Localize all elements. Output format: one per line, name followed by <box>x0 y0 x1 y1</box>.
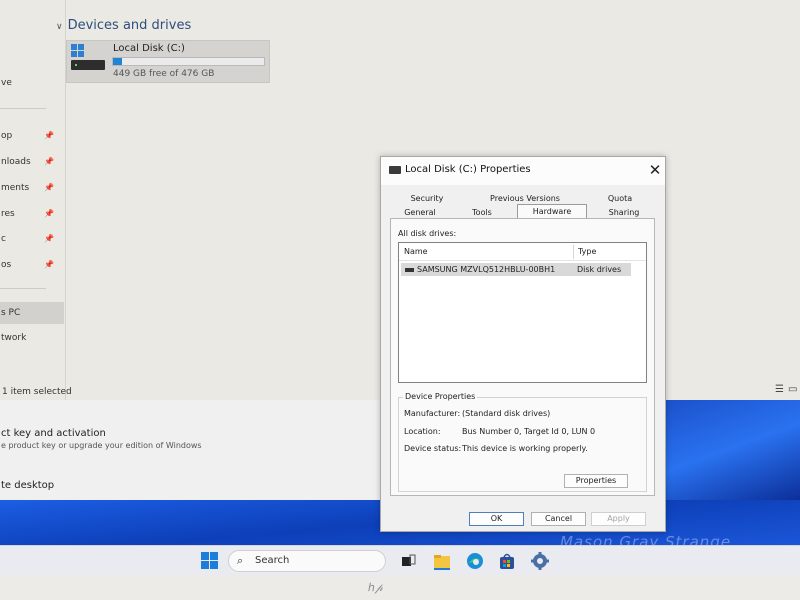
device-properties-group: Device Properties Manufacturer: (Standar… <box>398 392 647 492</box>
nav-item-label: s PC <box>1 308 21 318</box>
device-status-value: This device is working properly. <box>462 444 588 453</box>
file-explorer-icon[interactable] <box>432 551 452 571</box>
chevron-down-icon: ∨ <box>56 22 63 32</box>
pin-icon: 📌 <box>44 234 54 243</box>
column-separator[interactable] <box>573 245 574 259</box>
device-status-label: Device status: <box>404 444 462 453</box>
tab-hardware[interactable]: Hardware <box>517 204 587 218</box>
nav-item-videos[interactable]: os 📌 <box>0 254 64 276</box>
disk-drive-icon <box>405 268 414 272</box>
pin-icon: 📌 <box>44 131 54 140</box>
details-view-icon[interactable]: ☰ <box>775 384 788 395</box>
hp-logo-icon: ℎ𝓅 <box>368 581 383 594</box>
drive-name: Local Disk (C:) <box>113 43 185 54</box>
search-placeholder: Search <box>255 555 290 566</box>
disk-properties-dialog: Local Disk (C:) Properties ✕ Security Pr… <box>380 156 666 532</box>
close-icon[interactable]: ✕ <box>647 161 663 179</box>
ok-button[interactable]: OK <box>469 512 524 526</box>
nav-item-label: os <box>1 260 12 270</box>
nav-item-music[interactable]: c 📌 <box>0 228 64 250</box>
nav-item-pictures[interactable]: res 📌 <box>0 203 64 225</box>
section-title: Devices and drives <box>67 18 192 33</box>
store-icon[interactable] <box>497 551 517 571</box>
pin-icon: 📌 <box>44 157 54 166</box>
nav-item-label: c <box>1 234 6 244</box>
nav-item-label: twork <box>1 333 27 343</box>
view-toggle-icons[interactable]: ☰▭ <box>775 384 800 395</box>
disk-type: Disk drives <box>577 265 622 274</box>
nav-item-label: op <box>1 131 13 141</box>
pin-icon: 📌 <box>44 260 54 269</box>
header-divider <box>399 260 646 261</box>
nav-item-this-pc[interactable]: s PC <box>0 302 64 324</box>
start-icon[interactable] <box>200 551 220 571</box>
disk-drives-list[interactable]: Name Type SAMSUNG MZVLQ512HBLU-00BH1 Dis… <box>398 242 647 383</box>
nav-item-documents[interactable]: ments 📌 <box>0 177 64 199</box>
disk-list-label: All disk drives: <box>398 229 457 238</box>
tiles-view-icon[interactable]: ▭ <box>788 384 800 395</box>
nav-item-desktop[interactable]: op 📌 <box>0 125 64 147</box>
drive-usage-fill <box>113 58 122 65</box>
taskbar-search[interactable]: ⌕ Search <box>228 550 386 572</box>
drive-usage-bar <box>112 57 265 66</box>
apply-button[interactable]: Apply <box>591 512 646 526</box>
drive-icon <box>389 166 401 174</box>
table-row[interactable]: SAMSUNG MZVLQ512HBLU-00BH1 Disk drives <box>401 263 631 276</box>
taskbar: ⌕ Search <box>0 545 800 575</box>
devices-section-header[interactable]: ∨ Devices and drives <box>56 18 191 33</box>
activation-subtitle: e product key or upgrade your edition of… <box>1 441 202 450</box>
group-title: Device Properties <box>403 392 478 401</box>
tab-security[interactable]: Security <box>405 192 449 205</box>
remote-desktop-label[interactable]: te desktop <box>1 480 54 491</box>
settings-window: ct key and activation e product key or u… <box>0 400 380 500</box>
location-value: Bus Number 0, Target Id 0, LUN 0 <box>462 427 596 436</box>
pin-icon: 📌 <box>44 209 54 218</box>
nav-item-network[interactable]: twork <box>0 327 64 349</box>
search-icon: ⌕ <box>237 554 244 567</box>
manufacturer-label: Manufacturer: <box>404 409 461 418</box>
drive-tile-c[interactable]: Local Disk (C:) 449 GB free of 476 GB <box>66 40 270 83</box>
activation-title[interactable]: ct key and activation <box>1 428 106 439</box>
tab-quota[interactable]: Quota <box>603 192 637 205</box>
dialog-title: Local Disk (C:) Properties <box>405 164 531 175</box>
location-label: Location: <box>404 427 441 436</box>
drive-free-space: 449 GB free of 476 GB <box>113 69 215 79</box>
monitor-bezel: ℎ𝓅 <box>0 575 800 600</box>
column-header-name[interactable]: Name <box>404 247 428 256</box>
column-header-type[interactable]: Type <box>578 247 596 256</box>
nav-divider <box>0 108 46 109</box>
navigation-pane: ve op 📌 nloads 📌 ments 📌 res 📌 c 📌 os 📌 s PC t… <box>0 0 66 400</box>
nav-item-label: nloads <box>1 157 31 167</box>
edge-icon[interactable] <box>465 551 485 571</box>
status-bar-text: 1 item selected <box>2 387 72 397</box>
hardware-tab-panel: All disk drives: Name Type SAMSUNG MZVLQ… <box>390 218 655 496</box>
properties-button[interactable]: Properties <box>564 474 628 488</box>
pin-icon: 📌 <box>44 183 54 192</box>
manufacturer-value: (Standard disk drives) <box>462 409 551 418</box>
nav-divider <box>0 288 46 289</box>
task-view-icon[interactable] <box>398 551 418 571</box>
settings-icon[interactable] <box>530 551 550 571</box>
nav-item-label: ve <box>1 78 12 88</box>
hard-drive-icon <box>71 60 105 70</box>
windows-logo-icon <box>71 44 84 57</box>
desktop-wallpaper-right <box>653 400 800 500</box>
nav-item-downloads[interactable]: nloads 📌 <box>0 151 64 173</box>
nav-item-drive[interactable]: ve <box>0 72 64 94</box>
nav-item-label: ments <box>1 183 30 193</box>
nav-item-label: res <box>1 209 15 219</box>
disk-name: SAMSUNG MZVLQ512HBLU-00BH1 <box>417 265 556 274</box>
cancel-button[interactable]: Cancel <box>531 512 586 526</box>
dialog-titlebar[interactable]: Local Disk (C:) Properties ✕ <box>381 157 665 185</box>
